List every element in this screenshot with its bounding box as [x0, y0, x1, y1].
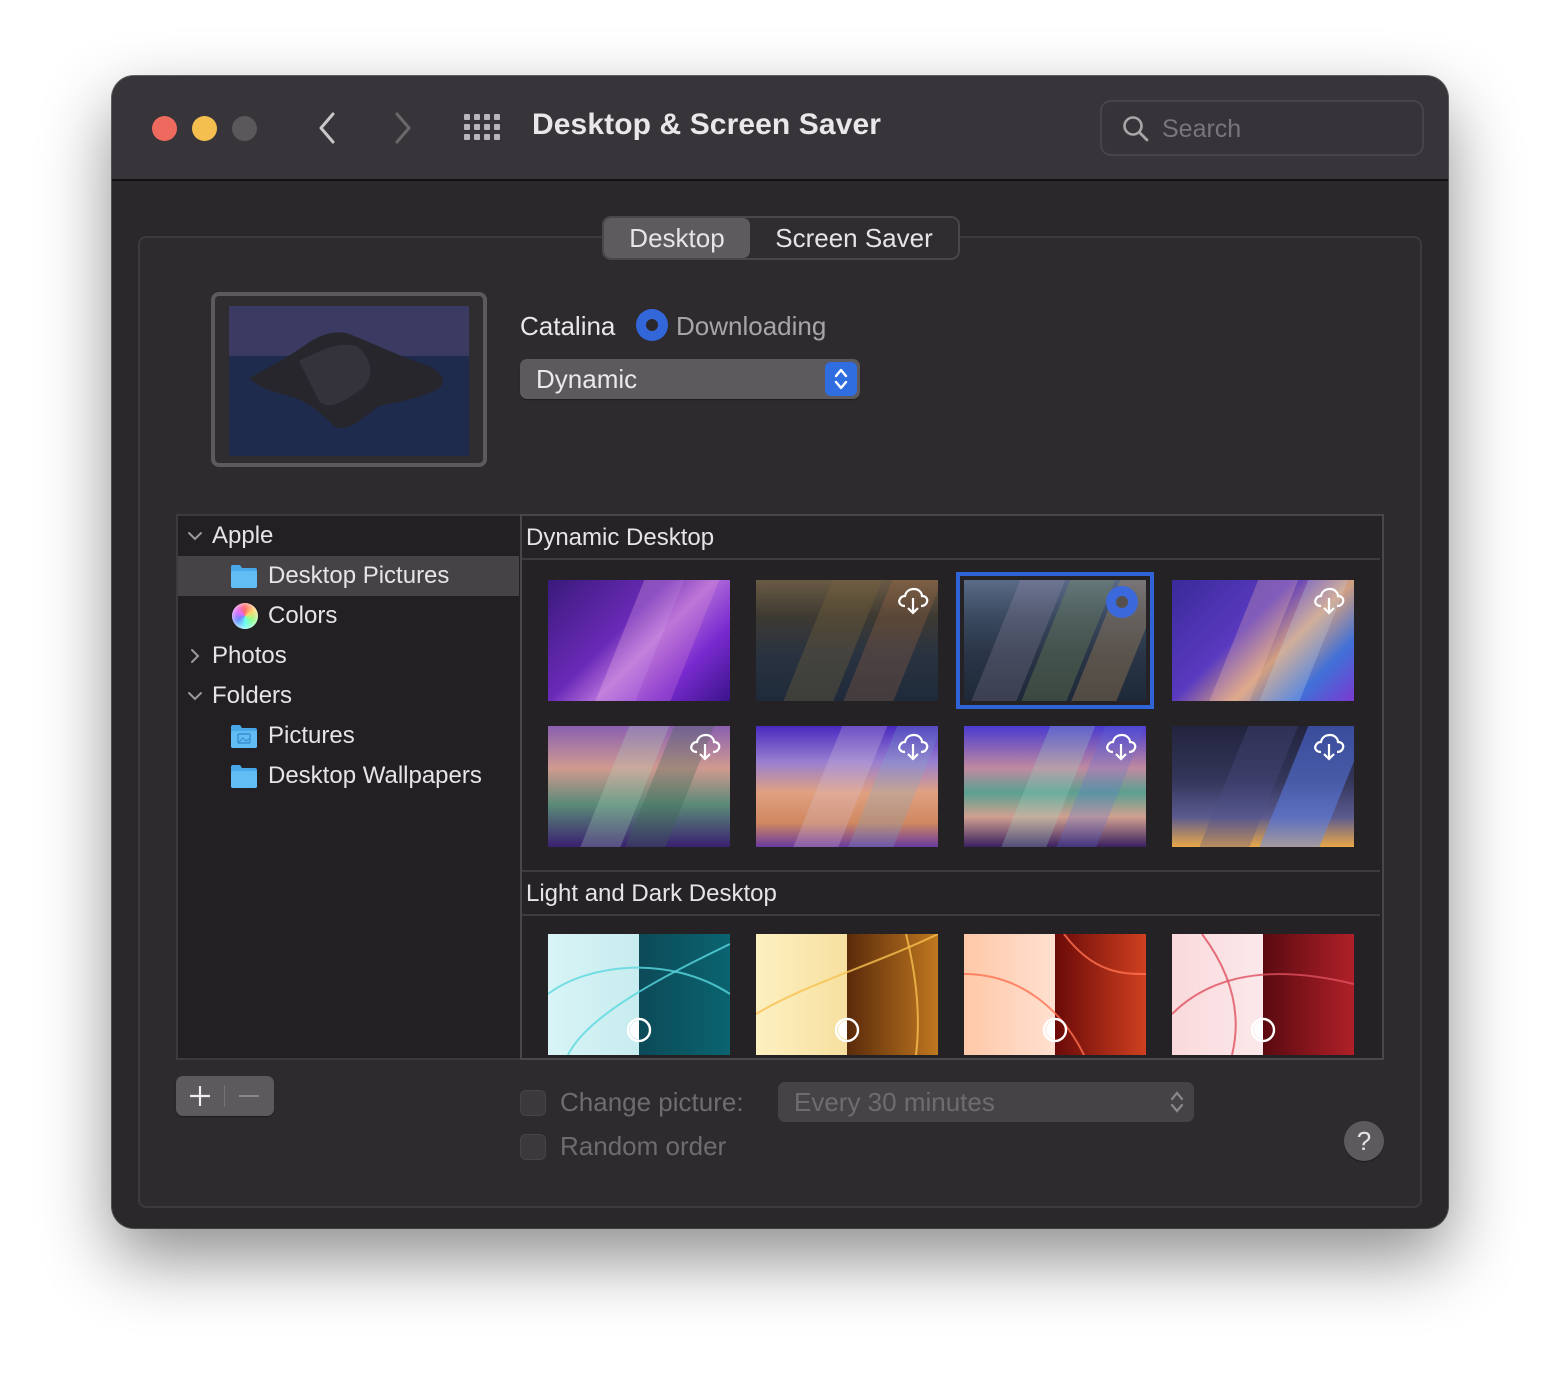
wallpaper-thumbnail-big-sur-coastline[interactable] [964, 726, 1146, 847]
add-folder-button[interactable] [176, 1076, 224, 1116]
source-list: Apple Desktop Pictures Colors Photos Fol… [176, 514, 521, 1060]
wallpaper-thumbnail-yellow[interactable] [756, 934, 938, 1055]
sidebar-group-apple[interactable]: Apple [178, 516, 519, 556]
wallpaper-thumbnail-big-sur-road[interactable] [1172, 580, 1354, 701]
wallpaper-gallery[interactable]: Dynamic Desktop Light and Dark Desktop [520, 514, 1384, 1060]
folder-icon [231, 565, 257, 588]
add-remove-control [176, 1076, 274, 1116]
wallpaper-thumbnail-teal[interactable] [548, 934, 730, 1055]
zoom-button[interactable] [232, 116, 257, 141]
sidebar-group-photos[interactable]: Photos [178, 636, 519, 676]
cloud-download-icon[interactable] [896, 586, 930, 616]
wallpaper-thumbnail-pink[interactable] [1172, 934, 1354, 1055]
chevron-left-icon [319, 112, 335, 144]
wallpaper-thumbnail-catalina[interactable] [956, 572, 1154, 709]
change-picture-row: Change picture: [520, 1087, 744, 1118]
downloading-indicator-icon [1106, 586, 1138, 618]
cloud-download-icon[interactable] [1312, 586, 1346, 616]
help-button[interactable]: ? [1344, 1121, 1384, 1161]
sidebar-group-label: Folders [212, 682, 293, 709]
chevron-down-icon[interactable] [186, 687, 204, 705]
sidebar-item-pictures[interactable]: Pictures [178, 716, 519, 756]
download-status: Downloading [676, 311, 827, 341]
popup-arrows-icon [825, 362, 857, 396]
cloud-download-icon[interactable] [1312, 732, 1346, 762]
chevron-down-icon[interactable] [186, 527, 204, 545]
close-button[interactable] [152, 116, 177, 141]
forward-button[interactable] [388, 108, 418, 148]
wallpaper-preview-image [229, 306, 469, 456]
wallpaper-thumbnail-solar-gradients[interactable] [1172, 726, 1354, 847]
color-wheel-icon [232, 603, 258, 629]
wallpaper-thumbnail-big-sur-mountains[interactable] [756, 726, 938, 847]
search-field[interactable] [1100, 100, 1424, 156]
sidebar-item-label: Desktop Wallpapers [268, 762, 482, 789]
sidebar-item-desktop-pictures[interactable]: Desktop Pictures [178, 556, 519, 596]
search-icon [1123, 116, 1149, 142]
sidebar-item-label: Desktop Pictures [268, 562, 450, 589]
light-dark-icon [1042, 1017, 1068, 1043]
sidebar-group-folders[interactable]: Folders [178, 676, 519, 716]
tab-screen-saver[interactable]: Screen Saver [750, 218, 958, 258]
wallpaper-thumbnail-monterey[interactable] [548, 580, 730, 701]
random-order-label: Random order [560, 1131, 727, 1161]
sidebar-group-label: Photos [212, 642, 287, 669]
section-header-light-dark: Light and Dark Desktop [522, 870, 1380, 916]
plus-icon [190, 1086, 210, 1106]
sidebar-item-desktop-wallpapers[interactable]: Desktop Wallpapers [178, 756, 519, 796]
wallpaper-thumbnail-big-sur[interactable] [756, 580, 938, 701]
sidebar-group-label: Apple [212, 522, 274, 549]
appearance-mode-popup[interactable]: Dynamic [520, 359, 860, 399]
wallpaper-thumbnail-orange[interactable] [964, 934, 1146, 1055]
change-picture-checkbox[interactable] [520, 1089, 546, 1116]
sidebar-item-label: Pictures [268, 722, 355, 749]
wallpaper-name: Catalina [520, 311, 616, 341]
cloud-download-icon[interactable] [688, 732, 722, 762]
minimize-button[interactable] [192, 116, 217, 141]
pictures-folder-icon [231, 725, 257, 748]
change-interval-popup[interactable]: Every 30 minutes [778, 1082, 1194, 1122]
remove-folder-button[interactable] [225, 1076, 273, 1116]
random-order-row: Random order [520, 1131, 726, 1162]
change-picture-label: Change picture: [560, 1087, 744, 1117]
chevron-right-icon [395, 112, 411, 144]
download-progress-icon [636, 309, 668, 341]
search-input[interactable] [1162, 110, 1412, 148]
light-dark-icon [626, 1017, 652, 1043]
popup-arrows-icon [1170, 1091, 1184, 1113]
minus-icon [239, 1095, 259, 1097]
tab-bar: Desktop Screen Saver [602, 216, 960, 260]
cloud-download-icon[interactable] [896, 732, 930, 762]
light-dark-icon [834, 1017, 860, 1043]
change-interval-value: Every 30 minutes [794, 1087, 995, 1117]
cloud-download-icon[interactable] [1104, 732, 1138, 762]
random-order-checkbox[interactable] [520, 1133, 546, 1160]
chevron-right-icon[interactable] [186, 647, 204, 665]
folder-icon [231, 765, 257, 788]
appearance-mode-value: Dynamic [536, 364, 638, 394]
sidebar-item-colors[interactable]: Colors [178, 596, 519, 636]
window-title: Desktop & Screen Saver [532, 108, 882, 141]
toolbar: Desktop & Screen Saver [112, 76, 1448, 181]
content-area: Desktop Screen Saver Catalina Downloadin… [112, 181, 1448, 1228]
show-all-button[interactable] [464, 114, 502, 142]
back-button[interactable] [312, 108, 342, 148]
system-preferences-window: Desktop & Screen Saver Desktop Screen Sa… [112, 76, 1448, 1228]
light-dark-icon [1250, 1017, 1276, 1043]
sidebar-item-label: Colors [268, 602, 338, 629]
tab-desktop[interactable]: Desktop [604, 218, 750, 258]
wallpaper-thumbnail-big-sur-valley[interactable] [548, 726, 730, 847]
wallpaper-preview [211, 292, 487, 467]
section-header-dynamic: Dynamic Desktop [522, 516, 1380, 560]
